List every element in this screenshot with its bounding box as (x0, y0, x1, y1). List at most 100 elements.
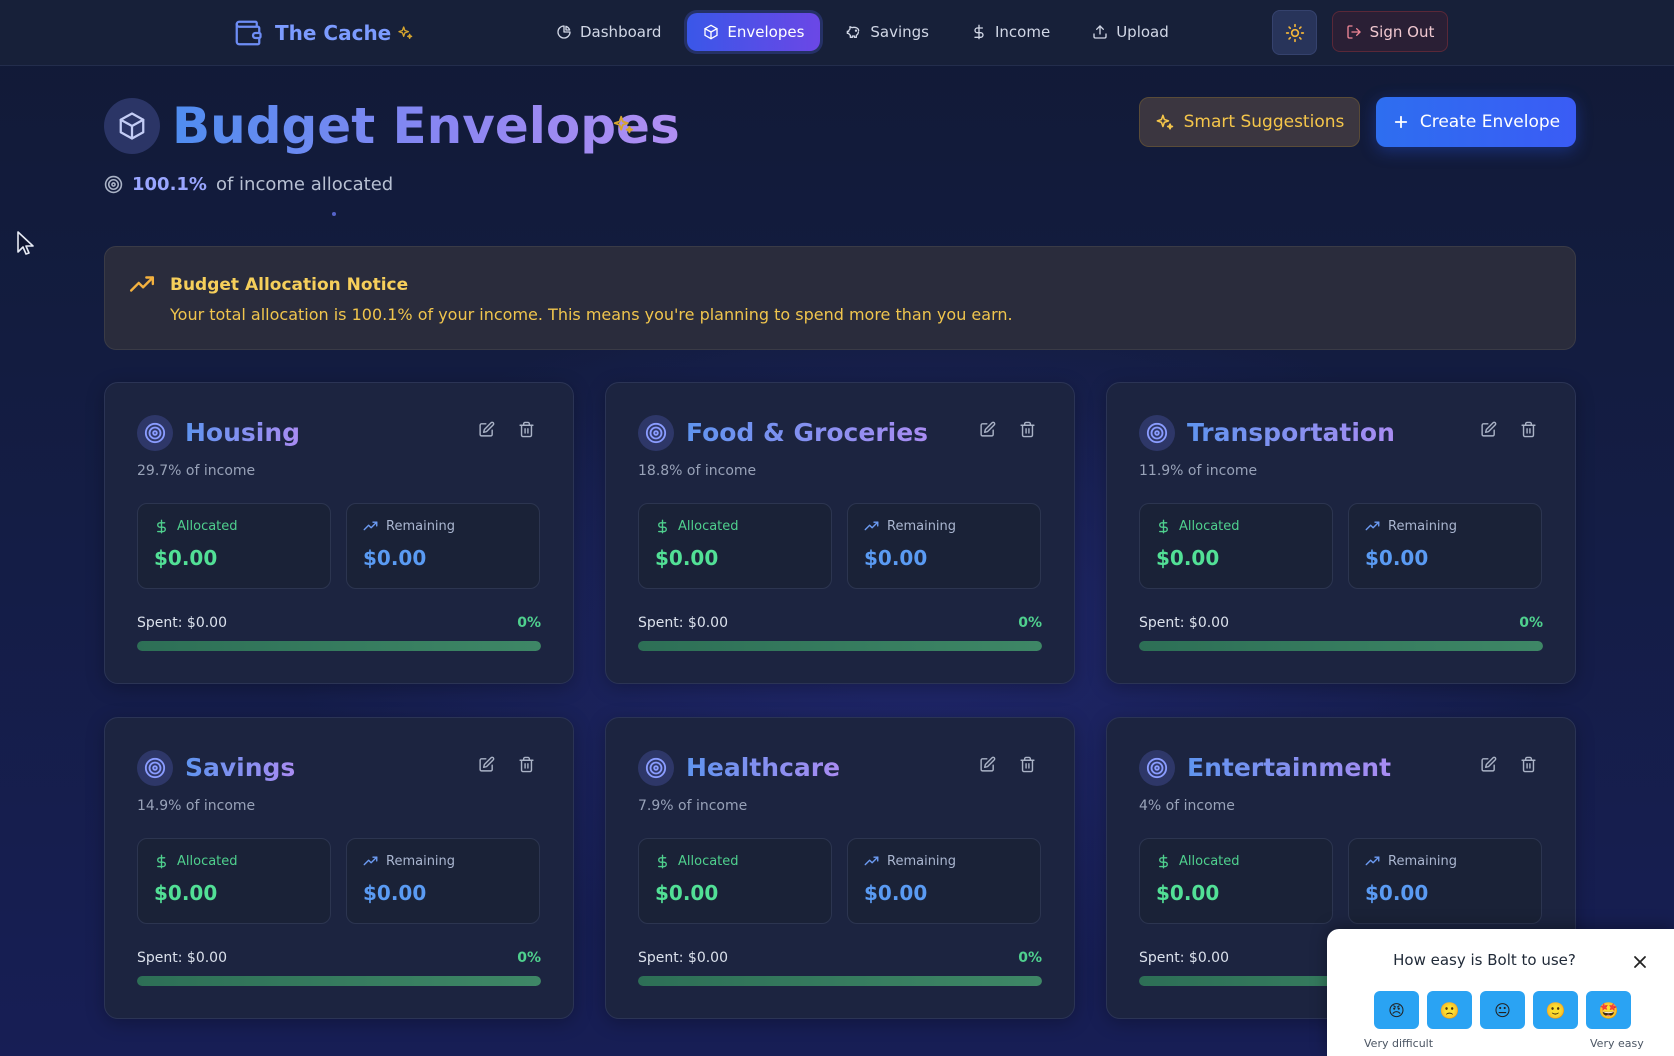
edit-envelope-button[interactable] (979, 421, 999, 441)
spent-amount: Spent: $0.00 (1139, 615, 1229, 631)
allocated-value: $0.00 (1156, 546, 1220, 570)
sign-out-label: Sign Out (1369, 22, 1435, 41)
trash-icon (1521, 756, 1536, 773)
dollar-icon (1159, 519, 1168, 534)
smart-suggestions-button[interactable]: Smart Suggestions (1139, 97, 1360, 147)
top-navigation: The Cache Dashboard Envelopes Savings In… (0, 0, 1674, 66)
allocated-stat: Allocated $0.00 (1139, 503, 1333, 589)
brand[interactable]: The Cache (233, 16, 413, 50)
envelope-name: Transportation (1187, 415, 1395, 451)
percent-of-income: 7.9% of income (638, 798, 748, 814)
remaining-label: Remaining (386, 854, 456, 869)
close-icon[interactable] (1633, 955, 1647, 969)
notice-title: Budget Allocation Notice (170, 275, 409, 295)
edit-envelope-button[interactable] (1480, 421, 1500, 441)
remaining-value: $0.00 (363, 546, 427, 570)
smart-suggestions-label: Smart Suggestions (1183, 112, 1345, 132)
edit-icon (1481, 756, 1497, 772)
spending-progress-bar (137, 976, 541, 986)
allocated-stat-header: Allocated (655, 519, 739, 534)
nav-link-envelopes[interactable]: Envelopes (687, 13, 821, 51)
nav-link-label: Income (995, 23, 1051, 41)
sparkles-icon (398, 26, 413, 39)
envelope-card: Savings 14.9% of income Allocated $0.00 … (104, 717, 574, 1019)
rating-very-easy-button[interactable]: 🤩 (1586, 991, 1631, 1029)
edit-icon (479, 421, 495, 437)
envelope-card: Food & Groceries 18.8% of income Allocat… (605, 382, 1075, 684)
edit-envelope-button[interactable] (478, 421, 498, 441)
remaining-label: Remaining (1388, 519, 1458, 534)
envelope-card: Healthcare 7.9% of income Allocated $0.0… (605, 717, 1075, 1019)
theme-toggle-button[interactable] (1272, 10, 1317, 55)
delete-envelope-button[interactable] (1019, 756, 1039, 776)
edit-icon (980, 421, 996, 437)
remaining-stat-header: Remaining (363, 519, 455, 534)
rating-easy-button[interactable]: 🙂 (1533, 991, 1578, 1029)
create-envelope-button[interactable]: Create Envelope (1376, 97, 1576, 147)
edit-icon (479, 756, 495, 772)
envelope-card-icon (638, 415, 674, 451)
envelope-card-icon (1139, 415, 1175, 451)
nav-links: Dashboard Envelopes Savings Income Uploa… (540, 13, 1185, 51)
allocated-stat: Allocated $0.00 (137, 838, 331, 924)
rating-difficult-button[interactable]: 🙁 (1427, 991, 1472, 1029)
spending-progress-fill (1139, 641, 1543, 651)
nav-link-savings[interactable]: Savings (830, 13, 945, 51)
allocated-label: Allocated (177, 854, 238, 869)
envelope-card-icon (1139, 750, 1175, 786)
dollar-icon (974, 24, 984, 40)
rating-high-label: Very easy (1590, 1037, 1644, 1050)
trending-up-icon (363, 856, 378, 866)
remaining-label: Remaining (887, 519, 957, 534)
delete-envelope-button[interactable] (518, 421, 538, 441)
trending-up-icon (864, 521, 879, 531)
delete-envelope-button[interactable] (1019, 421, 1039, 441)
edit-envelope-button[interactable] (478, 756, 498, 776)
nav-link-income[interactable]: Income (955, 13, 1066, 51)
create-envelope-label: Create Envelope (1419, 112, 1561, 132)
allocated-label: Allocated (1179, 519, 1240, 534)
target-icon (1146, 757, 1168, 779)
envelope-card-icon (137, 415, 173, 451)
allocated-value: $0.00 (1156, 881, 1220, 905)
allocated-stat: Allocated $0.00 (1139, 838, 1333, 924)
target-icon (144, 422, 166, 444)
spent-amount: Spent: $0.00 (137, 615, 227, 631)
nav-link-upload[interactable]: Upload (1076, 13, 1185, 51)
rating-very-difficult-button[interactable]: 😠 (1374, 991, 1419, 1029)
sign-out-button[interactable]: Sign Out (1332, 11, 1448, 52)
plus-icon (1394, 115, 1407, 129)
rating-neutral-button[interactable]: 😐 (1480, 991, 1525, 1029)
brand-name: The Cache (275, 21, 392, 45)
edit-envelope-button[interactable] (979, 756, 999, 776)
allocated-stat: Allocated $0.00 (638, 838, 832, 924)
rating-low-label: Very difficult (1364, 1037, 1434, 1050)
delete-envelope-button[interactable] (1520, 756, 1540, 776)
delete-envelope-button[interactable] (1520, 421, 1540, 441)
envelope-card-icon (638, 750, 674, 786)
target-icon (1146, 422, 1168, 444)
remaining-stat: Remaining $0.00 (847, 503, 1041, 589)
allocation-text: of income allocated (215, 173, 394, 195)
delete-envelope-button[interactable] (518, 756, 538, 776)
remaining-label: Remaining (1388, 854, 1458, 869)
allocated-stat-header: Allocated (655, 854, 739, 869)
upload-icon (1093, 25, 1107, 39)
notice-text: Your total allocation is 100.1% of your … (170, 305, 1013, 324)
remaining-stat-header: Remaining (363, 854, 455, 869)
spent-percent: 0% (517, 950, 541, 966)
allocated-label: Allocated (177, 519, 238, 534)
nav-link-dashboard[interactable]: Dashboard (540, 13, 677, 51)
dollar-icon (658, 854, 667, 869)
edit-envelope-button[interactable] (1480, 756, 1500, 776)
remaining-stat-header: Remaining (864, 519, 956, 534)
nav-link-label: Upload (1116, 23, 1169, 41)
remaining-value: $0.00 (1365, 881, 1429, 905)
nav-link-label: Envelopes (727, 23, 805, 41)
envelope-box-icon (119, 112, 145, 140)
allocated-label: Allocated (678, 854, 739, 869)
allocated-label: Allocated (1179, 854, 1240, 869)
page-icon (104, 98, 160, 154)
remaining-stat: Remaining $0.00 (346, 503, 540, 589)
allocated-stat-header: Allocated (1156, 854, 1240, 869)
